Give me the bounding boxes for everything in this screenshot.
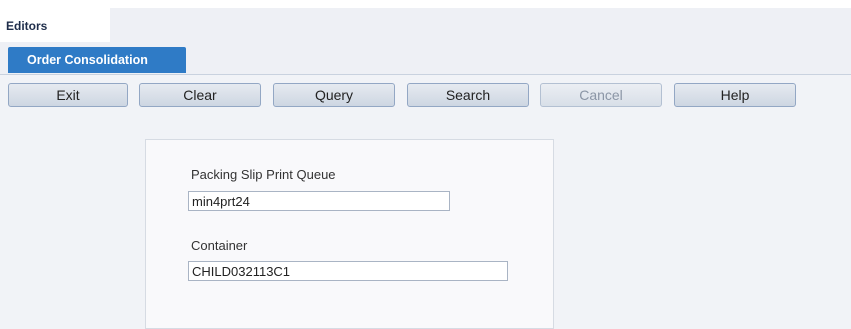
- form-panel: Packing Slip Print Queue Container: [145, 139, 554, 329]
- clear-button[interactable]: Clear: [139, 83, 261, 107]
- tab-order-consolidation[interactable]: Order Consolidation: [8, 47, 186, 73]
- packing-slip-print-queue-label: Packing Slip Print Queue: [191, 167, 336, 182]
- exit-button[interactable]: Exit: [8, 83, 128, 107]
- help-button[interactable]: Help: [674, 83, 796, 107]
- tab-editors-label: Editors: [6, 19, 48, 33]
- packing-slip-print-queue-input[interactable]: [188, 191, 450, 211]
- tab-strip-fill: [110, 8, 851, 42]
- search-button[interactable]: Search: [407, 83, 529, 107]
- container-input[interactable]: [188, 261, 508, 281]
- container-label: Container: [191, 238, 248, 253]
- cancel-button[interactable]: Cancel: [540, 83, 662, 107]
- toolbar: Exit Clear Query Search Cancel Help: [0, 75, 851, 115]
- query-button[interactable]: Query: [273, 83, 395, 107]
